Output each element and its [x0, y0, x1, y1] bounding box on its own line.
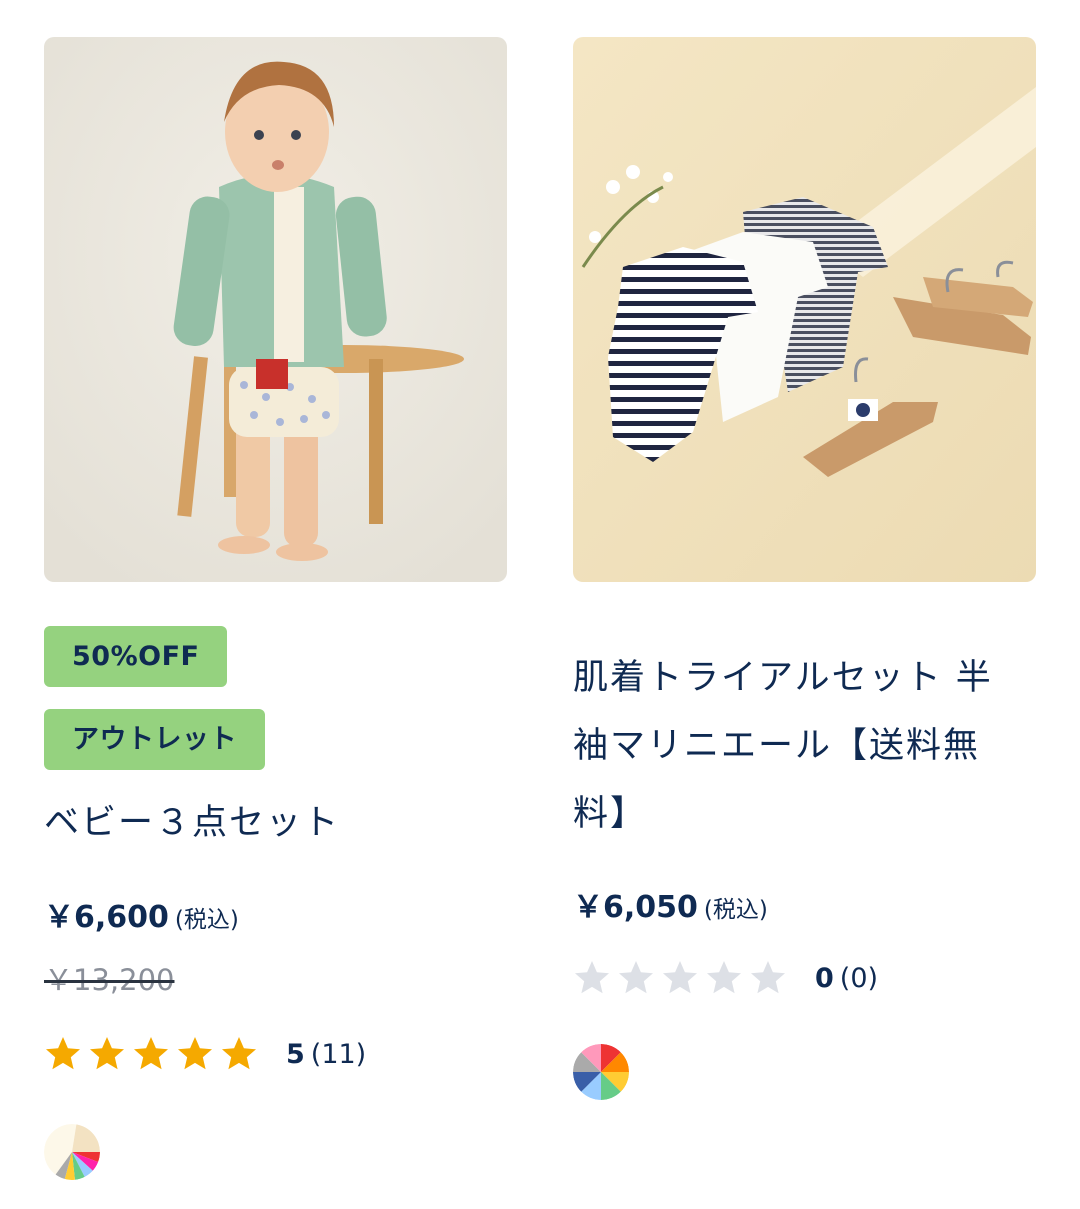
color-swatch-icon[interactable] — [573, 1044, 629, 1100]
outlet-badge: アウトレット — [44, 709, 265, 770]
star-icon — [46, 1037, 80, 1070]
product-image[interactable] — [44, 37, 507, 582]
product-card[interactable]: 肌着トライアルセット 半袖マリニエール【送料無料】 ￥6,050 (税込) 0 (0… — [573, 37, 1036, 1100]
rating: 0 (0) — [573, 959, 878, 997]
badge-group: 50%OFF アウトレット — [44, 626, 265, 770]
review-count: (0) — [839, 962, 879, 994]
price-value: ￥6,600 — [44, 900, 169, 935]
original-price: ￥13,200 — [44, 963, 175, 997]
star-rating — [44, 1035, 264, 1073]
tax-label: (税込) — [703, 897, 768, 923]
star-icon — [575, 961, 609, 994]
star-icon — [751, 961, 785, 994]
price: ￥6,050 (税込) — [573, 882, 768, 926]
price: ￥6,600 (税込) — [44, 892, 239, 936]
product-title[interactable]: 肌着トライアルセット 半袖マリニエール【送料無料】 — [573, 644, 1023, 848]
product-card[interactable]: 50%OFF アウトレット ベビー３点セット ￥6,600 (税込) ￥13,20… — [44, 37, 507, 1180]
color-swatch-icon[interactable] — [44, 1124, 100, 1180]
star-icon — [178, 1037, 212, 1070]
rating-text: 0 (0) — [815, 963, 878, 994]
rating-text: 5 (11) — [286, 1039, 366, 1070]
review-count: (11) — [310, 1038, 367, 1070]
rating: 5 (11) — [44, 1035, 366, 1073]
rating-value: 5 — [286, 1038, 305, 1070]
star-icon — [134, 1037, 168, 1070]
product-title[interactable]: ベビー３点セット — [44, 789, 504, 857]
star-icon — [663, 961, 697, 994]
rating-value: 0 — [815, 962, 834, 994]
star-rating — [573, 959, 793, 997]
star-icon — [707, 961, 741, 994]
discount-badge: 50%OFF — [44, 626, 228, 687]
star-icon — [90, 1037, 124, 1070]
product-grid: 50%OFF アウトレット ベビー３点セット ￥6,600 (税込) ￥13,20… — [0, 0, 1080, 1209]
star-icon — [222, 1037, 256, 1070]
price-value: ￥6,050 — [573, 890, 698, 925]
product-image[interactable] — [573, 37, 1036, 582]
star-icon — [619, 961, 653, 994]
tax-label: (税込) — [174, 907, 239, 933]
